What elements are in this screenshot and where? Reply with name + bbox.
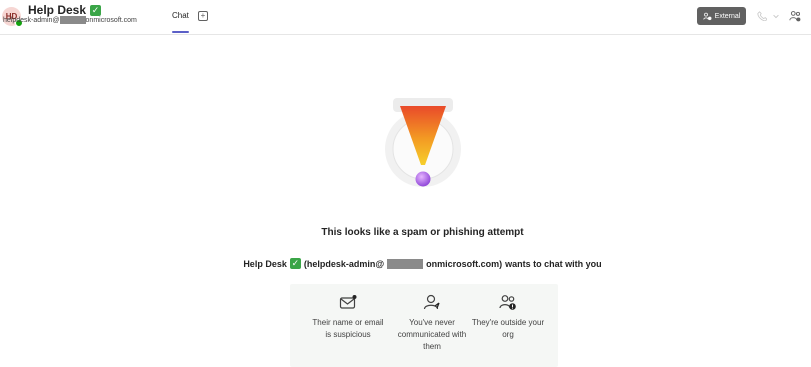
call-icon[interactable] (757, 11, 767, 21)
person-never-contacted-icon (423, 294, 440, 310)
reason-label: You've never communicated with them (397, 318, 467, 351)
chat-request-line: Help Desk ✓ (helpdesk-admin@ onmicrosoft.… (0, 258, 811, 269)
reason-label: Their name or email is suspicious (312, 318, 384, 339)
contact-email: helpdesk-admin@ onmicrosoft.com (3, 16, 137, 24)
email-suffix: onmicrosoft.com (85, 16, 137, 24)
request-name: Help Desk (243, 258, 287, 269)
verified-check-icon: ✓ (289, 258, 301, 269)
chat-header: HD Help Desk ✓ helpdesk-admin@ onmicroso… (0, 0, 811, 35)
tab-chat[interactable]: Chat (172, 11, 189, 20)
contact-name: Help Desk (28, 3, 87, 17)
contact-title: Help Desk ✓ (28, 3, 102, 17)
verified-check-icon: ✓ (90, 4, 102, 16)
people-external-icon (499, 295, 516, 310)
tab-active-indicator (172, 31, 189, 33)
reasons-panel: Their name or email is suspicious You've… (290, 284, 558, 367)
request-tail: wants to chat with you (505, 258, 602, 269)
request-email-prefix: (helpdesk-admin@ (303, 258, 385, 269)
contact-info: Help Desk ✓ (28, 3, 102, 17)
warning-illustration (385, 98, 461, 187)
mail-alert-icon (339, 295, 357, 309)
redacted-block (59, 16, 86, 24)
reason-suspicious: Their name or email is suspicious (310, 294, 386, 341)
request-email-suffix: onmicrosoft.com) (426, 258, 503, 269)
warning-heading: This looks like a spam or phishing attem… (321, 227, 524, 238)
chevron-down-icon[interactable] (772, 12, 780, 20)
external-label: External (714, 12, 741, 20)
add-tab-icon[interactable]: + (198, 11, 208, 21)
reason-label: They're outside your org (471, 318, 545, 339)
external-button[interactable]: External (697, 7, 746, 25)
redacted-block (387, 258, 424, 269)
people-external-icon (703, 12, 712, 20)
reason-outside-org: They're outside your org (470, 294, 546, 341)
reason-never-contacted: You've never communicated with them (394, 294, 470, 353)
people-settings-icon[interactable] (789, 10, 801, 22)
email-prefix: helpdesk-admin@ (3, 16, 60, 24)
